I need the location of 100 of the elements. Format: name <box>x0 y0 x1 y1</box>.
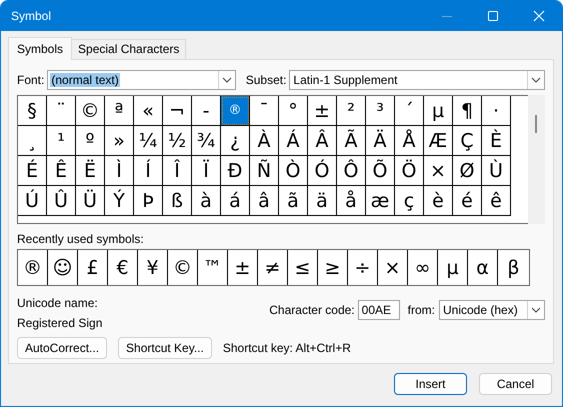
cancel-button[interactable]: Cancel <box>479 373 552 395</box>
symbol-cell[interactable]: Ñ <box>250 156 279 186</box>
symbol-cell[interactable]: Å <box>395 126 424 156</box>
symbol-cell[interactable]: © <box>76 96 105 126</box>
symbol-cell[interactable]: ³ <box>366 96 395 126</box>
symbol-cell[interactable]: Ø <box>453 156 482 186</box>
symbol-cell[interactable]: ≥ <box>318 250 348 285</box>
symbol-cell[interactable]: Æ <box>424 126 453 156</box>
insert-button[interactable]: Insert <box>394 373 467 395</box>
symbol-cell[interactable]: Ö <box>395 156 424 186</box>
symbol-cell[interactable]: É <box>18 156 47 186</box>
symbol-cell[interactable]: ¿ <box>221 126 250 156</box>
chevron-down-icon[interactable] <box>222 76 232 82</box>
button[interactable]: Shortcut Key... <box>118 337 212 359</box>
symbol-cell[interactable]: · <box>482 96 511 126</box>
symbol-cell[interactable]: ä <box>308 186 337 216</box>
symbol-cell[interactable]: £ <box>78 250 108 285</box>
symbol-cell[interactable]: â <box>250 186 279 216</box>
symbol-cell[interactable]: Ò <box>279 156 308 186</box>
symbol-cell[interactable]: Î <box>163 156 192 186</box>
symbol-cell[interactable]: ² <box>337 96 366 126</box>
button[interactable]: AutoCorrect... <box>17 337 108 359</box>
close-icon[interactable] <box>533 10 545 22</box>
symbol-cell[interactable]: € <box>108 250 138 285</box>
symbol-cell[interactable]: ± <box>308 96 337 126</box>
symbol-cell[interactable]: È <box>482 126 511 156</box>
symbol-cell[interactable]: ¨ <box>47 96 76 126</box>
symbol-cell[interactable]: ÷ <box>348 250 378 285</box>
chevron-down-icon[interactable] <box>531 76 541 82</box>
symbol-cell[interactable]: µ <box>424 96 453 126</box>
maximize-icon[interactable] <box>487 10 499 22</box>
symbol-cell[interactable]: ™ <box>198 250 228 285</box>
symbol-cell[interactable]: Ê <box>47 156 76 186</box>
symbol-cell[interactable]: Ú <box>18 186 47 216</box>
symbol-cell[interactable]: Ù <box>482 156 511 186</box>
symbol-cell[interactable]: Ý <box>105 186 134 216</box>
symbol-cell[interactable]: Â <box>308 126 337 156</box>
scroll-thumb[interactable] <box>535 115 537 133</box>
symbol-cell[interactable]: × <box>378 250 408 285</box>
symbol-cell[interactable]: ® <box>18 250 48 285</box>
symbol-cell[interactable]: ¥ <box>138 250 168 285</box>
symbol-cell[interactable]: Á <box>279 126 308 156</box>
symbol-cell[interactable]: ¸ <box>18 126 47 156</box>
symbol-cell[interactable]: © <box>168 250 198 285</box>
symbol-cell[interactable]: º <box>76 126 105 156</box>
symbol-cell[interactable]: Û <box>47 186 76 216</box>
symbol-cell[interactable]: ß <box>163 186 192 216</box>
symbol-cell[interactable]: ° <box>279 96 308 126</box>
symbol-cell[interactable]: Þ <box>134 186 163 216</box>
chevron-down-icon[interactable] <box>531 307 541 313</box>
symbol-cell[interactable]: é <box>453 186 482 216</box>
symbol-cell[interactable]: ¬ <box>163 96 192 126</box>
symbol-cell[interactable]: ∞ <box>408 250 438 285</box>
symbol-cell[interactable]: Ä <box>366 126 395 156</box>
from-dropdown[interactable]: Unicode (hex) <box>439 300 545 320</box>
symbol-cell[interactable]: Ç <box>453 126 482 156</box>
symbol-cell[interactable]: Ð <box>221 156 250 186</box>
symbol-cell[interactable]: ã <box>279 186 308 216</box>
symbol-cell[interactable]: ª <box>105 96 134 126</box>
symbol-cell[interactable]: ¯ <box>250 96 279 126</box>
symbol-cell[interactable]: ¹ <box>47 126 76 156</box>
symbol-cell[interactable]: Ë <box>76 156 105 186</box>
symbol-cell[interactable]: Õ <box>366 156 395 186</box>
symbol-cell[interactable]: ± <box>228 250 258 285</box>
symbol-cell[interactable]: ☺ <box>48 250 78 285</box>
symbol-cell[interactable]: Ô <box>337 156 366 186</box>
symbol-cell[interactable]: § <box>18 96 47 126</box>
symbol-cell[interactable]: ® <box>221 96 250 126</box>
symbol-cell[interactable]: å <box>337 186 366 216</box>
symbol-cell[interactable]: « <box>134 96 163 126</box>
symbol-cell[interactable]: Í <box>134 156 163 186</box>
symbol-cell[interactable]: ´ <box>395 96 424 126</box>
symbol-cell[interactable]: α <box>468 250 498 285</box>
symbol-cell[interactable]: ¶ <box>453 96 482 126</box>
subset-dropdown[interactable]: Latin-1 Supplement <box>289 70 545 90</box>
symbol-cell[interactable]: à <box>192 186 221 216</box>
font-dropdown[interactable]: (normal text) <box>47 70 236 90</box>
tab[interactable]: Symbols <box>8 37 72 60</box>
symbol-cell[interactable]: Ó <box>308 156 337 186</box>
symbol-cell[interactable]: ≠ <box>258 250 288 285</box>
symbol-cell[interactable]: Ã <box>337 126 366 156</box>
symbol-cell[interactable]: ç <box>395 186 424 216</box>
symbol-cell[interactable]: è <box>424 186 453 216</box>
symbol-cell[interactable]: ê <box>482 186 511 216</box>
symbol-cell[interactable]: Ü <box>76 186 105 216</box>
symbol-cell[interactable]: β <box>498 250 529 285</box>
tab[interactable]: Special Characters <box>71 39 186 59</box>
symbol-cell[interactable]: × <box>424 156 453 186</box>
symbol-cell[interactable]: á <box>221 186 250 216</box>
symbol-cell[interactable]: æ <box>366 186 395 216</box>
symbol-cell[interactable]: À <box>250 126 279 156</box>
symbol-cell[interactable]: Ï <box>192 156 221 186</box>
symbol-cell[interactable]: Ì <box>105 156 134 186</box>
character-code-field[interactable]: 00AE <box>358 300 400 320</box>
symbol-cell[interactable]: µ <box>438 250 468 285</box>
symbol-cell[interactable]: ½ <box>163 126 192 156</box>
symbol-cell[interactable]: ≤ <box>288 250 318 285</box>
symbol-cell[interactable]: » <box>105 126 134 156</box>
symbol-cell[interactable]: ¾ <box>192 126 221 156</box>
symbol-cell[interactable]: ¼ <box>134 126 163 156</box>
